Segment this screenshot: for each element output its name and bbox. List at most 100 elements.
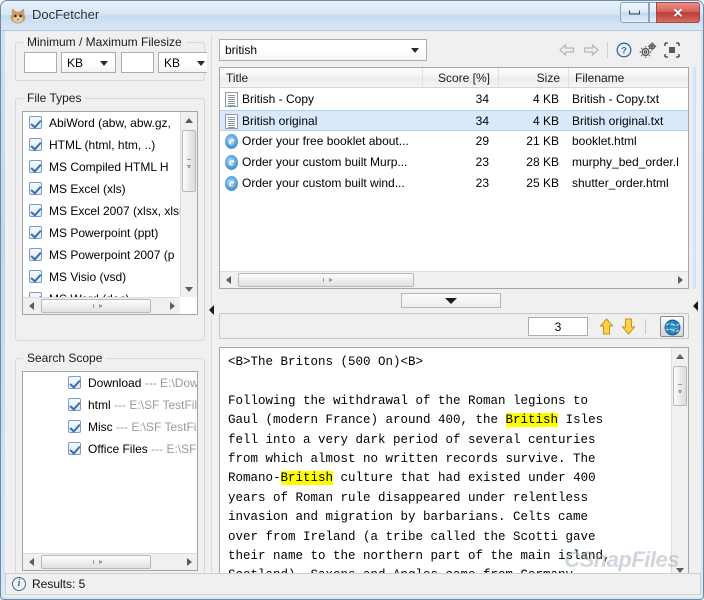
preferences-button[interactable] [637, 39, 659, 61]
file-type-label: HTML (html, htm, ..) [49, 138, 155, 152]
results-horizontal-scrollbar[interactable] [220, 271, 688, 288]
collapse-preview-tab[interactable] [401, 293, 501, 308]
checkbox-checked-icon[interactable] [29, 270, 42, 283]
search-scope-list[interactable]: Download --- E:\Downlhtml --- E:\SF Test… [22, 371, 198, 571]
max-filesize-unit-select[interactable]: KB [158, 52, 213, 73]
scroll-right-icon[interactable] [163, 298, 180, 314]
results-outer-scroll-strip[interactable] [691, 67, 701, 289]
file-types-group-label: File Types [23, 91, 85, 105]
column-header-size[interactable]: Size [499, 68, 569, 88]
search-scope-item[interactable]: Office Files --- E:\SF Tes [23, 438, 197, 460]
min-filesize-unit-select[interactable]: KB [61, 52, 116, 73]
checkbox-checked-icon[interactable] [68, 398, 81, 411]
preview-nav-bar [219, 313, 689, 339]
table-row[interactable]: British original344 KBBritish original.t… [220, 110, 688, 131]
search-query-combo[interactable]: british [219, 39, 427, 61]
table-row[interactable]: Order your free booklet about...2921 KBb… [220, 131, 688, 152]
checkbox-checked-icon[interactable] [68, 420, 81, 433]
file-type-item[interactable]: MS Powerpoint 2007 (p [23, 244, 180, 266]
file-type-item[interactable]: AbiWord (abw, abw.gz, [23, 112, 180, 134]
scroll-left-icon[interactable] [220, 272, 237, 288]
min-filesize-input[interactable] [24, 52, 57, 73]
table-row[interactable]: British - Copy344 KBBritish - Copy.txt [220, 89, 688, 110]
preview-vertical-scrollbar[interactable] [671, 348, 688, 578]
checkbox-checked-icon[interactable] [29, 204, 42, 217]
back-button[interactable] [557, 39, 579, 61]
scrollbar-thumb[interactable] [673, 366, 687, 406]
minimize-to-tray-icon [664, 42, 680, 58]
minimize-to-tray-button[interactable] [661, 39, 683, 61]
window-title: DocFetcher [32, 7, 99, 22]
table-row[interactable]: Order your custom built Murp...2328 KBmu… [220, 152, 688, 173]
scroll-left-icon[interactable] [23, 554, 40, 570]
close-button[interactable]: ✕ [656, 2, 700, 23]
table-row[interactable]: Order your custom built wind...2325 KBsh… [220, 173, 688, 194]
column-header-score[interactable]: Score [%] [423, 68, 499, 88]
scrollbar-thumb[interactable] [41, 555, 151, 569]
column-header-filename[interactable]: Filename [569, 68, 689, 88]
cell-title: British original [242, 111, 417, 132]
search-scope-item[interactable]: Download --- E:\Downl [23, 372, 197, 394]
forward-button[interactable] [581, 39, 603, 61]
search-scope-item[interactable]: Misc --- E:\SF TestFiles\ [23, 416, 197, 438]
back-arrow-icon [559, 44, 575, 56]
search-scope-item[interactable]: html --- E:\SF TestFiles\ [23, 394, 197, 416]
cell-size: 28 KB [499, 152, 559, 173]
cell-title: Order your custom built wind... [242, 173, 417, 194]
open-in-browser-button[interactable] [660, 316, 684, 337]
vertical-sash-right[interactable] [691, 293, 701, 579]
file-type-item[interactable]: HTML (html, htm, ..) [23, 134, 180, 156]
search-highlight: British [281, 471, 334, 485]
sash-collapse-right-icon[interactable] [692, 299, 700, 313]
results-table-header: TitleScore [%]SizeFilename [220, 68, 688, 88]
minimize-button[interactable] [620, 2, 649, 23]
search-scope-path: --- E:\SF Tes [148, 442, 198, 456]
checkbox-checked-icon[interactable] [29, 116, 42, 129]
column-header-title[interactable]: Title [220, 68, 423, 88]
checkbox-checked-icon[interactable] [29, 226, 42, 239]
file-type-item[interactable]: MS Powerpoint (ppt) [23, 222, 180, 244]
checkbox-checked-icon[interactable] [29, 138, 42, 151]
search-scope-name: html [88, 398, 111, 412]
scroll-right-icon[interactable] [671, 272, 688, 288]
scrollbar-thumb[interactable] [41, 299, 151, 313]
scroll-right-icon[interactable] [180, 554, 197, 570]
checkbox-checked-icon[interactable] [29, 182, 42, 195]
vertical-sash[interactable] [207, 35, 217, 579]
results-table[interactable]: TitleScore [%]SizeFilename British - Cop… [219, 67, 689, 289]
search-scope-path: --- E:\Downl [141, 376, 198, 390]
help-button[interactable]: ? [613, 39, 635, 61]
file-types-vertical-scrollbar[interactable] [180, 112, 197, 297]
file-type-item[interactable]: MS Visio (vsd) [23, 266, 180, 288]
scroll-left-icon[interactable] [23, 298, 40, 314]
search-scope-horizontal-scrollbar[interactable] [23, 553, 197, 570]
cell-size: 4 KB [499, 111, 559, 132]
scrollbar-thumb[interactable] [238, 273, 414, 287]
file-type-item[interactable]: MS Excel (xls) [23, 178, 180, 200]
scroll-up-icon[interactable] [181, 112, 197, 129]
scroll-down-icon[interactable] [181, 280, 197, 297]
sash-collapse-left-icon[interactable] [208, 303, 216, 317]
scroll-up-icon[interactable] [672, 348, 688, 365]
search-scope-items: Download --- E:\Downlhtml --- E:\SF Test… [23, 372, 197, 460]
max-filesize-input[interactable] [121, 52, 154, 73]
previous-match-icon[interactable] [599, 318, 614, 335]
checkbox-checked-icon[interactable] [68, 442, 81, 455]
cell-filename: British - Copy.txt [572, 89, 689, 110]
match-counter-input[interactable] [528, 317, 588, 336]
html-browser-icon [225, 155, 238, 170]
preview-line: Following the withdrawal of the Roman le… [228, 392, 668, 411]
checkbox-checked-icon[interactable] [68, 376, 81, 389]
scrollbar-thumb[interactable] [182, 130, 196, 192]
cell-title: British - Copy [242, 89, 417, 110]
file-types-horizontal-scrollbar[interactable] [23, 297, 180, 314]
checkbox-checked-icon[interactable] [29, 160, 42, 173]
next-match-icon[interactable] [621, 318, 636, 335]
file-type-item[interactable]: MS Excel 2007 (xlsx, xlsr [23, 200, 180, 222]
preview-pane[interactable]: <B>The Britons (500 On)<B> Following the… [219, 347, 689, 579]
checkbox-checked-icon[interactable] [29, 248, 42, 261]
file-types-list[interactable]: AbiWord (abw, abw.gz, HTML (html, htm, ..… [22, 111, 198, 315]
preview-line [228, 372, 668, 391]
html-browser-icon [225, 176, 238, 191]
file-type-item[interactable]: MS Compiled HTML H [23, 156, 180, 178]
